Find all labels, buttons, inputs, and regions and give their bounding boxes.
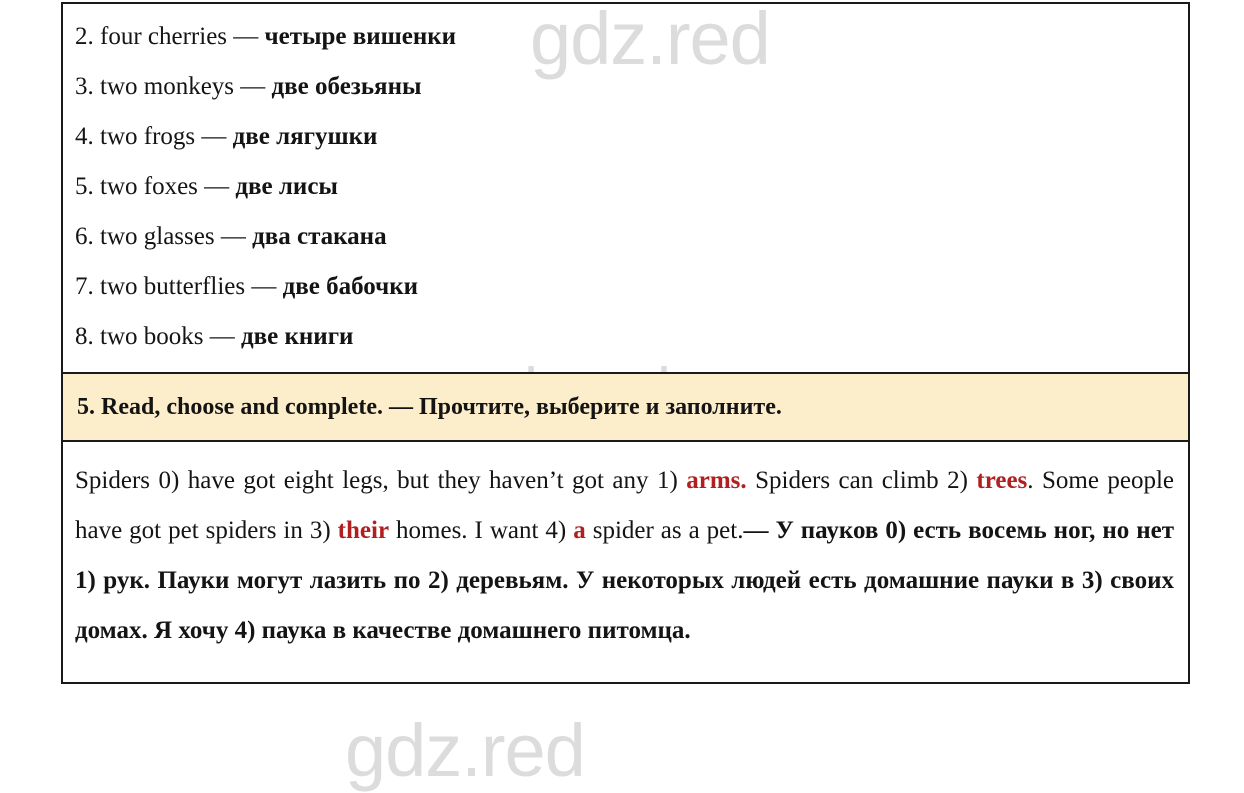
list-item-russian: две лягушки [232, 123, 378, 150]
answer-paragraph: Spiders 0) have got eight legs, but they… [75, 456, 1174, 656]
list-item-number: 6. [75, 223, 94, 250]
task-dash: — [388, 394, 413, 420]
list-item-number: 5. [75, 173, 94, 200]
list-item-dash: — [201, 123, 227, 150]
answer-sheet-table: 2. four cherries — четыре вишенки 3. two… [61, 2, 1190, 684]
answer-segment-1: Spiders 0) have got eight legs, but they… [75, 467, 678, 494]
answer-row: Spiders 0) have got eight legs, but they… [63, 442, 1188, 682]
list-item-number: 2. [75, 23, 94, 50]
task-header-row: 5. Read, choose and complete. — Прочтите… [63, 372, 1188, 442]
answer-blank-3: their [337, 517, 390, 544]
list-item-dash: — [220, 223, 246, 250]
list-item-russian: два стакана [252, 223, 387, 250]
task-header-text: 5. Read, choose and complete. — Прочтите… [77, 392, 1174, 422]
list-item-dash: — [251, 273, 277, 300]
list-item-dash: — [209, 323, 235, 350]
list-item: 6. two glasses — два стакана [75, 212, 1176, 262]
list-item: 8. two books — две книги [75, 312, 1176, 362]
list-item-russian: две книги [240, 323, 354, 350]
list-item-russian: две обезьяны [271, 73, 422, 100]
answer-segment-2: Spiders can climb 2) [755, 467, 968, 494]
list-item: 7. two butterflies — две бабочки [75, 262, 1176, 312]
list-item-russian: две бабочки [282, 273, 419, 300]
list-item-english: two frogs [100, 123, 196, 150]
task-english: Read, choose and complete. [101, 394, 383, 420]
list-item-number: 7. [75, 273, 94, 300]
task-number: 5. [77, 394, 95, 420]
list-item-english: two books [100, 323, 204, 350]
answer-russian-dash: — [743, 517, 769, 544]
list-item-number: 3. [75, 73, 94, 100]
list-item: 2. four cherries — четыре вишенки [75, 12, 1176, 62]
list-item-dash: — [204, 173, 230, 200]
list-item-number: 4. [75, 123, 94, 150]
answer-blank-2: trees [976, 467, 1028, 494]
list-item-dash: — [233, 23, 259, 50]
list-item: 4. two frogs — две лягушки [75, 112, 1176, 162]
answer-segment-5: spider as a pet. [592, 517, 744, 544]
list-item-english: two foxes [100, 173, 198, 200]
list-item-russian: четыре вишенки [264, 23, 457, 50]
list-item-dash: — [240, 73, 266, 100]
exercise-list-row: 2. four cherries — четыре вишенки 3. two… [63, 4, 1188, 372]
list-item: 3. two monkeys — две обезьяны [75, 62, 1176, 112]
list-item-english: two monkeys [100, 73, 235, 100]
list-item-number: 8. [75, 323, 94, 350]
task-russian: Прочтите, выберите и заполните. [418, 394, 782, 420]
list-item: 5. two foxes — две лисы [75, 162, 1176, 212]
list-item-english: two butterflies [100, 273, 246, 300]
list-item-english: four cherries [100, 23, 228, 50]
watermark-bottom: gdz.red [345, 709, 586, 792]
list-item-english: two glasses [100, 223, 215, 250]
answer-segment-4: homes. I want 4) [396, 517, 567, 544]
answer-blank-4: a [573, 517, 586, 544]
list-item-russian: две лисы [235, 173, 338, 200]
answer-blank-1: arms. [686, 467, 747, 494]
